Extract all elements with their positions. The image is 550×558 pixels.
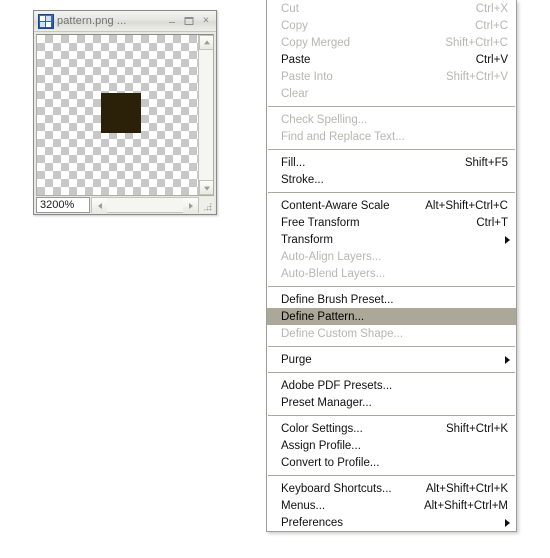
photoshop-document-icon [38, 13, 54, 29]
menu-separator [268, 149, 515, 150]
maximize-icon [184, 17, 194, 25]
menu-item-define-brush-preset[interactable]: Define Brush Preset... [267, 291, 516, 308]
menu-item-shortcut: Ctrl+X [475, 2, 508, 15]
scroll-left-arrow-icon[interactable] [92, 198, 107, 213]
minimize-icon: – [168, 16, 176, 29]
menu-item-label: Content-Aware Scale [281, 199, 390, 212]
menu-item-label: Keyboard Shortcuts... [281, 482, 392, 495]
horizontal-scrollbar[interactable] [91, 197, 199, 213]
menu-item-label: Preset Manager... [281, 396, 372, 409]
maximize-button[interactable] [181, 14, 197, 28]
menu-item-label: Fill... [281, 156, 306, 169]
menu-item-label: Define Pattern... [281, 310, 365, 323]
submenu-arrow-icon [505, 235, 510, 244]
menu-item-clear: Clear [267, 85, 516, 102]
menu-separator [268, 415, 515, 416]
menu-item-auto-align-layers: Auto-Align Layers... [267, 248, 516, 265]
menu-separator [268, 346, 515, 347]
image-document-window[interactable]: pattern.png ... – × 3200% [33, 10, 217, 215]
submenu-arrow-icon [505, 355, 510, 364]
menu-separator [268, 106, 515, 107]
menu-item-label: Preferences [281, 516, 344, 529]
menu-item-auto-blend-layers: Auto-Blend Layers... [267, 265, 516, 282]
menu-item-copy-merged: Copy Merged Shift+Ctrl+C [267, 34, 516, 51]
resize-grip-icon[interactable] [199, 197, 214, 213]
menu-item-menus[interactable]: Menus... Alt+Shift+Ctrl+M [267, 497, 516, 514]
menu-item-shortcut: Alt+Shift+Ctrl+K [425, 482, 508, 495]
menu-item-preset-manager[interactable]: Preset Manager... [267, 394, 516, 411]
submenu-arrow-icon [505, 518, 510, 527]
menu-separator [268, 475, 515, 476]
menu-item-content-aware-scale[interactable]: Content-Aware Scale Alt+Shift+Ctrl+C [267, 197, 516, 214]
menu-item-preferences[interactable]: Preferences [267, 514, 516, 531]
minimize-button[interactable]: – [164, 14, 180, 28]
scroll-right-arrow-icon[interactable] [183, 198, 198, 213]
pattern-swatch [101, 93, 141, 133]
menu-item-label: Copy [281, 19, 308, 32]
image-canvas-area[interactable] [36, 34, 214, 196]
scroll-down-arrow-icon[interactable] [199, 180, 213, 195]
menu-item-color-settings[interactable]: Color Settings... Shift+Ctrl+K [267, 420, 516, 437]
menu-item-cut: Cut Ctrl+X [267, 0, 516, 17]
menu-item-paste[interactable]: Paste Ctrl+V [267, 51, 516, 68]
menu-item-shortcut: Shift+Ctrl+V [446, 70, 508, 83]
menu-item-label: Stroke... [281, 173, 324, 186]
menu-item-label: Find and Replace Text... [281, 130, 405, 143]
menu-item-transform[interactable]: Transform [267, 231, 516, 248]
edit-context-menu[interactable]: Cut Ctrl+X Copy Ctrl+C Copy Merged Shift+Ctrl… [266, 0, 517, 532]
menu-item-shortcut: Alt+Shift+Ctrl+C [425, 199, 508, 212]
menu-item-label: Transform [281, 233, 333, 246]
close-icon: × [202, 14, 210, 27]
menu-item-label: Clear [281, 87, 309, 100]
menu-item-label: Color Settings... [281, 422, 363, 435]
menu-item-label: Menus... [281, 499, 326, 512]
menu-item-find-and-replace-text: Find and Replace Text... [267, 128, 516, 145]
menu-item-fill[interactable]: Fill... Shift+F5 [267, 154, 516, 171]
window-title: pattern.png ... [57, 15, 127, 27]
zoom-level-field[interactable]: 3200% [36, 197, 90, 213]
menu-item-label: Convert to Profile... [281, 456, 380, 469]
menu-item-check-spelling: Check Spelling... [267, 111, 516, 128]
menu-item-define-custom-shape: Define Custom Shape... [267, 325, 516, 342]
menu-item-free-transform[interactable]: Free Transform Ctrl+T [267, 214, 516, 231]
menu-item-shortcut: Ctrl+T [476, 216, 508, 229]
menu-item-label: Cut [281, 2, 299, 15]
window-title-bar[interactable]: pattern.png ... – × [34, 11, 216, 32]
vertical-scrollbar[interactable] [198, 35, 213, 195]
menu-item-label: Adobe PDF Presets... [281, 379, 393, 392]
menu-item-shortcut: Shift+Ctrl+C [445, 36, 508, 49]
menu-item-shortcut: Shift+F5 [464, 156, 508, 169]
close-button[interactable]: × [198, 14, 214, 28]
menu-item-label: Paste Into [281, 70, 333, 83]
menu-item-purge[interactable]: Purge [267, 351, 516, 368]
window-status-bar: 3200% [36, 197, 214, 213]
menu-item-label: Assign Profile... [281, 439, 361, 452]
menu-item-label: Copy Merged [281, 36, 351, 49]
menu-item-stroke[interactable]: Stroke... [267, 171, 516, 188]
menu-item-assign-profile[interactable]: Assign Profile... [267, 437, 516, 454]
menu-separator [268, 192, 515, 193]
menu-separator [268, 372, 515, 373]
menu-item-label: Purge [281, 353, 312, 366]
menu-item-shortcut: Ctrl+V [475, 53, 508, 66]
menu-separator [268, 286, 515, 287]
menu-item-shortcut: Ctrl+C [475, 19, 508, 32]
menu-item-label: Auto-Blend Layers... [281, 267, 386, 280]
menu-item-copy: Copy Ctrl+C [267, 17, 516, 34]
menu-item-convert-to-profile[interactable]: Convert to Profile... [267, 454, 516, 471]
menu-item-label: Check Spelling... [281, 113, 368, 126]
menu-item-keyboard-shortcuts[interactable]: Keyboard Shortcuts... Alt+Shift+Ctrl+K [267, 480, 516, 497]
menu-item-paste-into: Paste Into Shift+Ctrl+V [267, 68, 516, 85]
menu-item-adobe-pdf-presets[interactable]: Adobe PDF Presets... [267, 377, 516, 394]
menu-item-shortcut: Shift+Ctrl+K [446, 422, 508, 435]
menu-item-label: Auto-Align Layers... [281, 250, 382, 263]
menu-item-label: Define Brush Preset... [281, 293, 394, 306]
scroll-up-arrow-icon[interactable] [199, 35, 213, 50]
menu-item-label: Paste [281, 53, 311, 66]
menu-item-shortcut: Alt+Shift+Ctrl+M [423, 499, 508, 512]
menu-item-label: Free Transform [281, 216, 360, 229]
menu-item-label: Define Custom Shape... [281, 327, 404, 340]
menu-item-define-pattern[interactable]: Define Pattern... [267, 308, 516, 325]
horizontal-scroll-track[interactable] [107, 198, 183, 212]
